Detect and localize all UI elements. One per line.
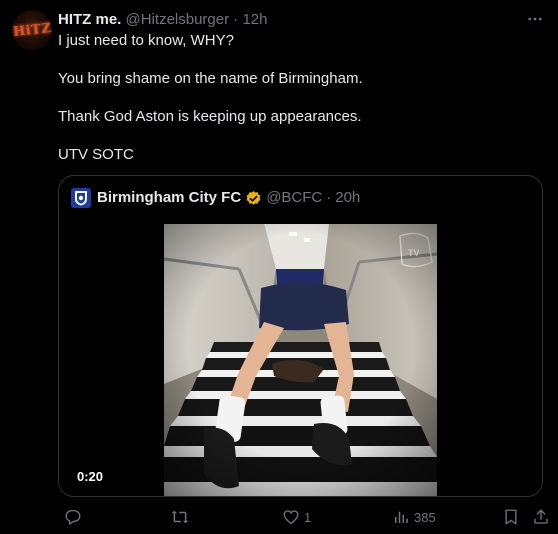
avatar-logo-text: HiTZ xyxy=(12,20,52,40)
bookmark-button[interactable] xyxy=(498,506,520,528)
tweet-text: I just need to know, WHY? You bring sham… xyxy=(58,31,538,183)
views-button[interactable]: 385 xyxy=(388,506,436,528)
repost-icon xyxy=(170,508,190,526)
tweet-line: You bring shame on the name of Birmingha… xyxy=(58,70,363,87)
reply-icon xyxy=(64,508,82,526)
action-bar: 1 385 xyxy=(58,506,548,528)
quoted-tweet-header: Birmingham City FC @BCFC · 20h xyxy=(71,188,360,208)
like-count: 1 xyxy=(304,509,312,525)
handle[interactable]: @Hitzelsburger xyxy=(126,11,230,28)
timestamp[interactable]: 12h xyxy=(242,11,267,28)
quoted-display-name[interactable]: Birmingham City FC xyxy=(97,188,241,208)
repost-button[interactable] xyxy=(166,506,194,528)
video-player[interactable]: TV 0:20 xyxy=(59,224,542,496)
avatar[interactable]: HiTZ xyxy=(12,10,52,50)
quoted-tweet[interactable]: Birmingham City FC @BCFC · 20h 0:20 xyxy=(58,175,543,497)
verified-badge-icon xyxy=(245,190,262,207)
reply-button[interactable] xyxy=(60,506,86,528)
separator: · xyxy=(326,189,332,206)
share-button[interactable] xyxy=(528,506,550,528)
tweet-line: UTV SOTC xyxy=(58,146,134,163)
bcfc-crest-icon[interactable] xyxy=(71,188,91,208)
more-icon[interactable] xyxy=(526,10,544,31)
views-count: 385 xyxy=(414,509,436,525)
like-button[interactable]: 1 xyxy=(278,506,311,528)
like-icon xyxy=(282,508,300,526)
tweet-line: I just need to know, WHY? xyxy=(58,32,234,49)
video-duration: 0:20 xyxy=(71,467,110,486)
bookmark-icon xyxy=(502,508,520,526)
video-thumbnail[interactable]: TV xyxy=(164,224,437,496)
views-icon xyxy=(392,508,410,526)
tweet-line: Thank God Aston is keeping up appearance… xyxy=(58,108,362,125)
quoted-timestamp[interactable]: 20h xyxy=(335,188,360,208)
share-icon xyxy=(532,508,550,526)
quoted-handle[interactable]: @BCFC xyxy=(266,188,322,208)
display-name[interactable]: HITZ me. xyxy=(58,11,121,28)
separator: · xyxy=(233,11,239,28)
tweet-header: HITZ me. @Hitzelsburger · 12h xyxy=(58,10,546,30)
